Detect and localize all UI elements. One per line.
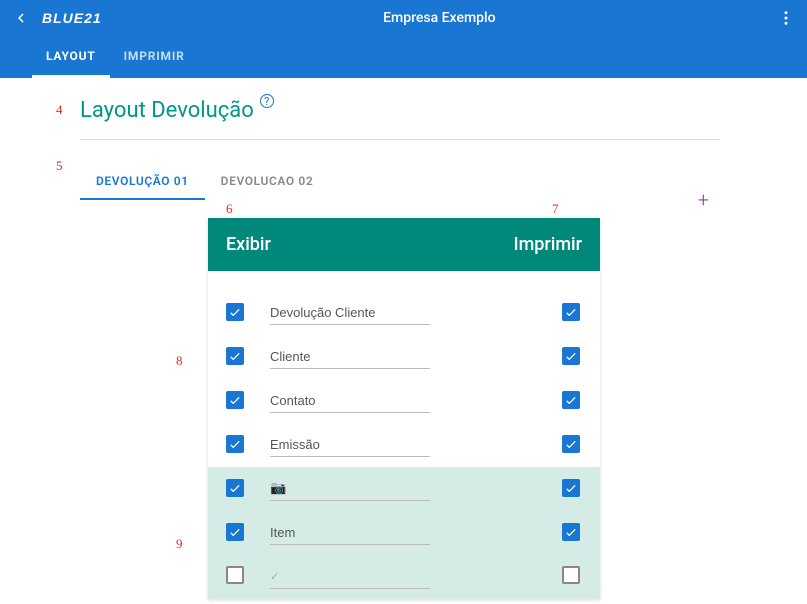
marker-9: 9 <box>176 536 183 552</box>
check-icon <box>564 349 578 363</box>
sub-tab-devolucao-01[interactable]: DEVOLUÇÃO 01 <box>80 164 205 200</box>
check-icon <box>228 305 242 319</box>
check-icon <box>228 525 242 539</box>
field-camera[interactable]: 📷 <box>270 477 430 501</box>
marker-4: 4 <box>56 102 63 118</box>
field-input[interactable] <box>270 345 430 369</box>
table-row <box>208 291 600 335</box>
chevron-left-icon <box>12 9 30 27</box>
sub-tab-devolucao-02[interactable]: DEVOLUCAO 02 <box>205 164 330 200</box>
table-row: 📷 <box>208 467 600 511</box>
company-title: Empresa Exemplo <box>102 10 777 26</box>
field-input[interactable] <box>270 433 430 457</box>
dots-vertical-icon <box>777 9 795 27</box>
card-body: 📷✓ <box>208 271 600 599</box>
check-icon <box>564 305 578 319</box>
imprimir-checkbox[interactable] <box>562 479 580 497</box>
tab-imprimir[interactable]: IMPRIMIR <box>110 37 199 78</box>
check-icon <box>228 393 242 407</box>
table-row <box>208 423 600 467</box>
exibir-checkbox[interactable] <box>226 479 244 497</box>
back-button[interactable] <box>12 9 30 27</box>
exibir-checkbox[interactable] <box>226 523 244 541</box>
marker-7: 7 <box>552 201 559 217</box>
table-row <box>208 379 600 423</box>
checkmark-icon: ✓ <box>270 570 279 583</box>
top-tabs: LAYOUT IMPRIMIR <box>0 36 807 78</box>
marker-8: 8 <box>176 353 183 369</box>
page-title-row: Layout Devolução ? <box>80 98 807 123</box>
imprimir-checkbox[interactable] <box>562 391 580 409</box>
check-icon <box>228 437 242 451</box>
add-button[interactable]: + <box>698 188 709 212</box>
field-cell <box>270 389 502 413</box>
imprimir-checkbox[interactable] <box>562 566 580 584</box>
imprimir-checkbox[interactable] <box>562 303 580 321</box>
exibir-checkbox[interactable] <box>226 435 244 453</box>
field-cell: 📷 <box>270 477 502 501</box>
imprimir-checkbox[interactable] <box>562 435 580 453</box>
logo: BLUE21 <box>42 10 102 26</box>
field-input[interactable] <box>270 389 430 413</box>
table-row: ✓ <box>208 555 600 599</box>
field-cell <box>270 345 502 369</box>
card-header: Exibir Imprimir <box>208 218 600 271</box>
table-row <box>208 511 600 555</box>
exibir-checkbox[interactable] <box>226 566 244 584</box>
title-divider <box>80 139 720 140</box>
top-bar: BLUE21 Empresa Exemplo <box>0 0 807 36</box>
exibir-checkbox[interactable] <box>226 347 244 365</box>
check-icon <box>564 481 578 495</box>
plus-icon: + <box>698 188 709 212</box>
check-icon <box>228 481 242 495</box>
field-cell: ✓ <box>270 565 502 589</box>
marker-6: 6 <box>226 201 233 217</box>
content-area: 4 5 6 7 8 9 Layout Devolução ? DEVOLUÇÃO… <box>0 78 807 200</box>
field-input[interactable] <box>270 301 430 325</box>
field-checkmark[interactable]: ✓ <box>270 565 430 589</box>
check-icon <box>564 393 578 407</box>
page-title: Layout Devolução <box>80 98 254 123</box>
layout-card: Exibir Imprimir 📷✓ <box>208 218 600 599</box>
check-icon <box>228 349 242 363</box>
check-icon <box>564 437 578 451</box>
camera-icon: 📷 <box>270 481 286 496</box>
tab-layout[interactable]: LAYOUT <box>32 37 110 78</box>
exibir-checkbox[interactable] <box>226 303 244 321</box>
imprimir-checkbox[interactable] <box>562 523 580 541</box>
field-cell <box>270 301 502 325</box>
field-cell <box>270 521 502 545</box>
check-icon <box>564 525 578 539</box>
exibir-checkbox[interactable] <box>226 391 244 409</box>
field-cell <box>270 433 502 457</box>
table-row <box>208 335 600 379</box>
overflow-menu-button[interactable] <box>777 9 795 27</box>
header-imprimir: Imprimir <box>514 234 582 255</box>
marker-5: 5 <box>56 158 63 174</box>
help-icon[interactable]: ? <box>260 94 274 108</box>
header-exibir: Exibir <box>226 234 271 255</box>
imprimir-checkbox[interactable] <box>562 347 580 365</box>
field-input[interactable] <box>270 521 430 545</box>
